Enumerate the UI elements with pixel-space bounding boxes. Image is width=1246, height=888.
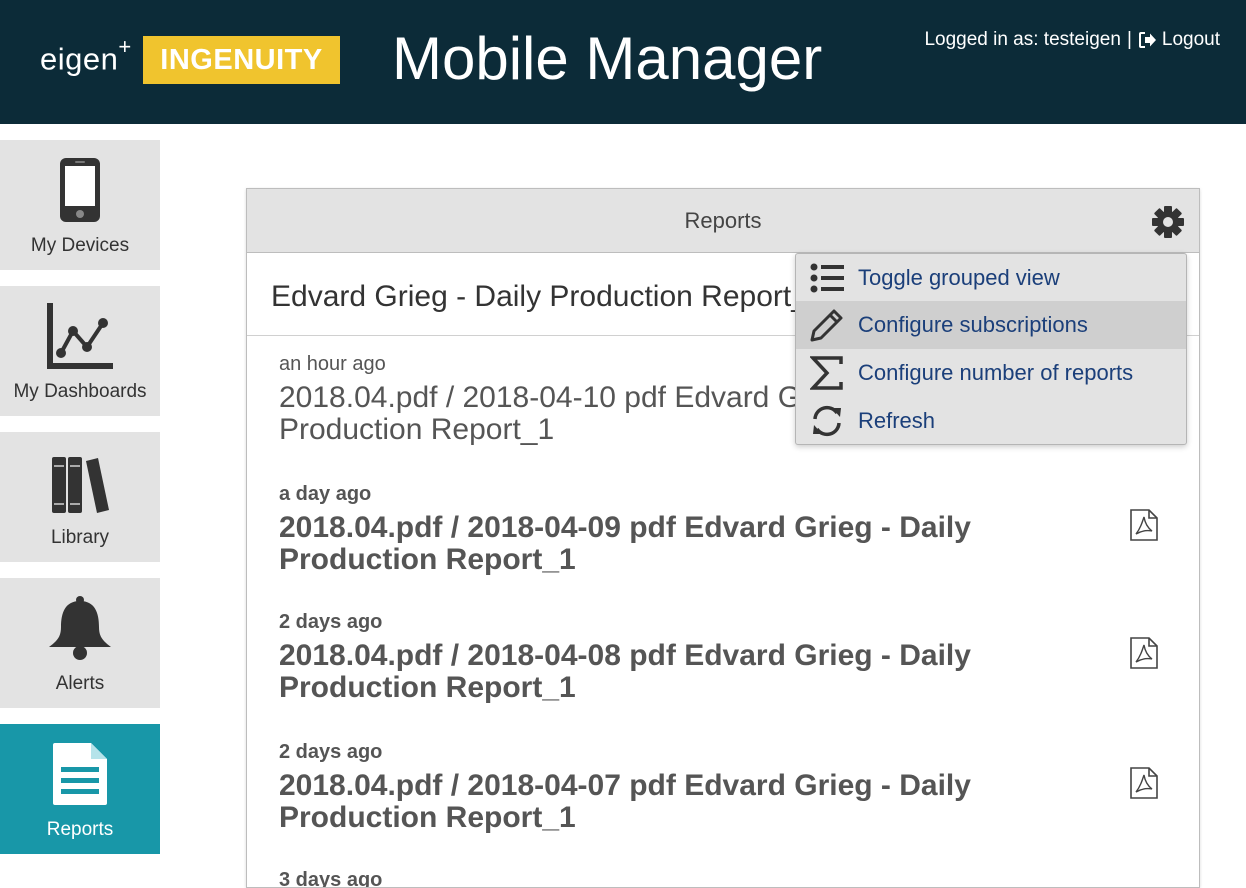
report-item[interactable]: 2 days ago 2018.04.pdf / 2018-04-08 pdf … (279, 611, 1159, 704)
sidebar-item-library[interactable]: Library (0, 432, 160, 562)
menu-item-label: Toggle grouped view (858, 265, 1060, 290)
sigma-icon (796, 356, 858, 390)
logo-eigen: eigen+ (40, 34, 132, 77)
panel-header: Reports (247, 189, 1199, 253)
menu-item-configure-subscriptions[interactable]: Configure subscriptions (796, 301, 1186, 349)
gear-icon[interactable] (1151, 205, 1185, 244)
sidebar-item-my-dashboards[interactable]: My Dashboards (0, 286, 160, 416)
phone-icon (59, 157, 101, 223)
report-title: 2018.04.pdf / 2018-04-08 pdf Edvard Grie… (279, 639, 971, 704)
sidebar-item-reports[interactable]: Reports (0, 724, 160, 854)
logout-icon (1138, 32, 1156, 48)
logout-label: Logout (1161, 29, 1220, 50)
sidebar-item-label: Reports (46, 819, 114, 840)
menu-item-configure-number-of-reports[interactable]: Configure number of reports (796, 349, 1186, 397)
report-timestamp: 2 days ago (279, 611, 383, 633)
pdf-icon[interactable] (1129, 509, 1159, 546)
list-icon (796, 263, 858, 293)
menu-item-label: Configure subscriptions (858, 312, 1088, 337)
report-item[interactable]: a day ago 2018.04.pdf / 2018-04-09 pdf E… (279, 483, 1159, 576)
menu-item-label: Configure number of reports (858, 360, 1134, 385)
pdf-icon[interactable] (1129, 637, 1159, 674)
panel-title: Reports (684, 207, 762, 233)
app-title: Mobile Manager (392, 25, 823, 92)
pdf-icon[interactable] (1129, 767, 1159, 804)
menu-item-toggle-grouped-view[interactable]: Toggle grouped view (796, 254, 1186, 302)
settings-dropdown-menu: Toggle grouped view Configure subscripti… (795, 253, 1187, 445)
refresh-icon (796, 404, 858, 438)
sidebar-item-label: Library (50, 527, 110, 548)
menu-item-refresh[interactable]: Refresh (796, 397, 1186, 445)
report-timestamp: 3 days ago (279, 869, 383, 888)
report-title: 2018.04.pdf / 2018-04-07 pdf Edvard Grie… (279, 769, 971, 834)
sidebar-item-my-devices[interactable]: My Devices (0, 140, 160, 270)
report-timestamp: a day ago (279, 483, 372, 505)
user-area: Logged in as: testeigen | Logout (924, 29, 1220, 51)
logout-link[interactable]: Logout (1138, 29, 1220, 51)
sidebar-item-label: My Devices (30, 235, 130, 256)
menu-item-label: Refresh (858, 408, 936, 433)
app-header: eigen+ INGENUITY Mobile Manager Logged i… (0, 0, 1246, 124)
report-item[interactable]: 2 days ago 2018.04.pdf / 2018-04-07 pdf … (279, 741, 1159, 834)
pencil-icon (796, 308, 858, 342)
bell-icon (47, 595, 113, 661)
books-icon (50, 455, 110, 515)
report-title: 2018.04.pdf / 2018-04-09 pdf Edvard Grie… (279, 511, 971, 576)
report-item[interactable]: 3 days ago (279, 869, 1159, 888)
line-chart-icon (47, 303, 113, 369)
logged-in-label: Logged in as: testeigen (924, 29, 1121, 50)
document-icon (51, 741, 109, 807)
sidebar-item-label: My Dashboards (13, 381, 147, 402)
sidebar-item-label: Alerts (55, 673, 105, 694)
report-timestamp: 2 days ago (279, 741, 383, 763)
report-group-title: Edvard Grieg - Daily Production Report_1 (271, 280, 825, 313)
sidebar-item-alerts[interactable]: Alerts (0, 578, 160, 708)
logo-ingenuity: INGENUITY (143, 36, 340, 84)
separator: | (1126, 29, 1132, 50)
